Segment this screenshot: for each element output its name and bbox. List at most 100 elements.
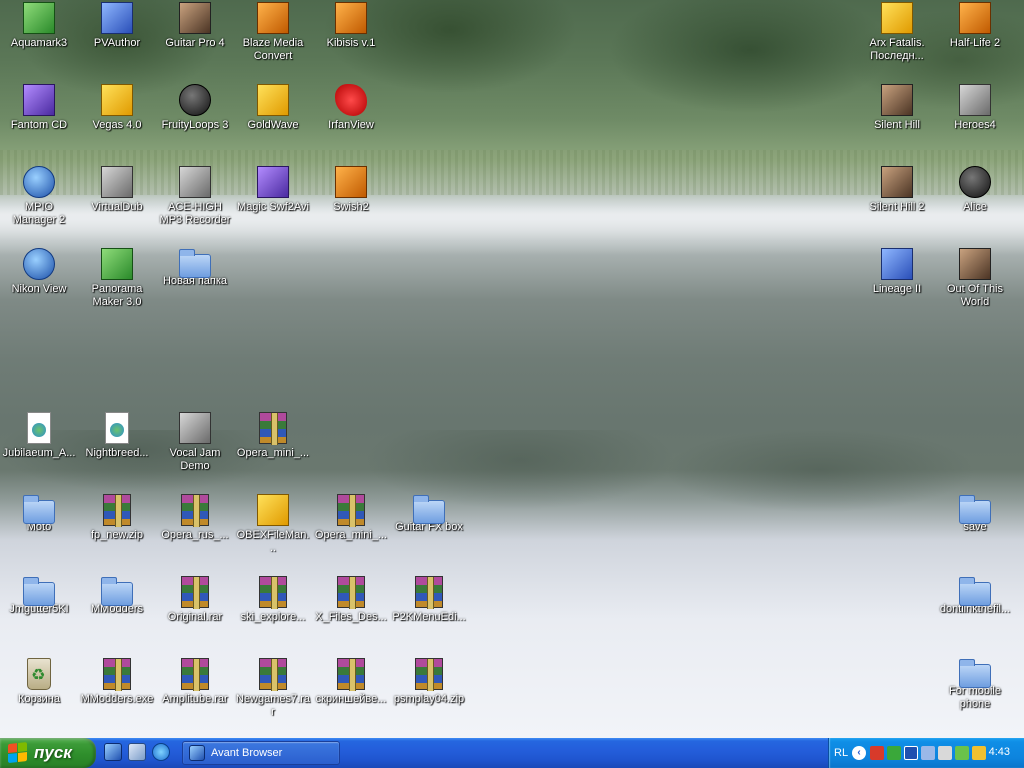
desktop-icon-panorama[interactable]: Panorama Maker 3.0 <box>78 248 156 309</box>
desktop-icon-swish2[interactable]: Swish2 <box>312 166 390 214</box>
sqphoto-icon <box>881 84 913 116</box>
desktop-icon-silenthill[interactable]: Silent Hill <box>858 84 936 132</box>
sqorange-icon <box>959 2 991 34</box>
desktop-icon-guitarfx[interactable]: Guitar FX box <box>390 494 468 534</box>
sqyellow-icon <box>101 84 133 116</box>
tray-shield-icon[interactable] <box>972 746 987 760</box>
sqphoto-icon <box>959 248 991 280</box>
desktop-icon-label: psmplay04.zip <box>393 693 465 705</box>
desktop-icon-jmgutter[interactable]: Jmgutter5KI <box>0 576 78 616</box>
desktop-icon-heroes4[interactable]: Heroes4 <box>936 84 1014 132</box>
rar-icon <box>259 658 287 691</box>
desktop-icon-label: MPIO Manager 2 <box>12 201 66 226</box>
system-tray: RL ‹ 4:43 <box>828 738 1024 768</box>
chevron-left-icon[interactable]: ‹ <box>852 746 867 760</box>
desktop-icon-operarus[interactable]: Opera_rus_... <box>156 494 234 542</box>
internet-explorer-icon[interactable] <box>152 743 170 761</box>
desktop-icon-vegas[interactable]: Vegas 4.0 <box>78 84 156 132</box>
desktop-icon-guitar-pro[interactable]: Guitar Pro 4 <box>156 2 234 50</box>
desktop-icon-formobile[interactable]: For mobile phone <box>936 658 1014 711</box>
desktop-icon-nikon[interactable]: Nikon View <box>0 248 78 296</box>
sqpurple-icon <box>257 166 289 198</box>
roundblue-icon <box>23 166 55 198</box>
desktop-icon-mpio[interactable]: MPIO Manager 2 <box>0 166 78 227</box>
folder-icon <box>179 249 211 278</box>
desktop-icon-mmoddersexe[interactable]: MModders.exe <box>78 658 156 706</box>
desktop-icon-recycle[interactable]: Корзина <box>0 658 78 706</box>
tray-green-icon[interactable] <box>887 746 902 760</box>
sqorange-icon <box>335 2 367 34</box>
desktop-icon-xfiles[interactable]: X_Files_Des... <box>312 576 390 624</box>
language-indicator[interactable]: RL <box>834 747 848 759</box>
desktop-icon-magicswf[interactable]: Magic Swf2Avi <box>234 166 312 214</box>
start-button[interactable]: пуск <box>0 738 96 768</box>
tray-update-icon[interactable] <box>955 746 970 760</box>
desktop-icon-dontlink[interactable]: dontlinkthefil... <box>936 576 1014 616</box>
desktop-icon-label: For mobile phone <box>949 685 1001 710</box>
clock[interactable]: 4:43 <box>989 746 1010 758</box>
desktop-icon-jubilaeum[interactable]: Jubilaeum_A... <box>0 412 78 460</box>
show-desktop-icon[interactable] <box>128 743 146 761</box>
rar-icon <box>181 576 209 609</box>
rar-icon <box>415 658 443 691</box>
desktop-icon-moto[interactable]: Moto <box>0 494 78 534</box>
desktop-icon-label: IrfanView <box>328 119 374 131</box>
desktop-icon-label: Alice <box>963 201 987 213</box>
desktop-icon-fruity[interactable]: FruityLoops 3 <box>156 84 234 132</box>
desktop-icon-nightbreed[interactable]: Nightbreed... <box>78 412 156 460</box>
desktop-icon-alice[interactable]: Alice <box>936 166 1014 214</box>
desktop-icon-pvauthor[interactable]: PVAuthor <box>78 2 156 50</box>
desktop-icon-label: Panorama Maker 3.0 <box>91 283 143 308</box>
desktop-icon-aquamark3[interactable]: Aquamark3 <box>0 2 78 50</box>
desktop-icon-original[interactable]: Original.rar <box>156 576 234 624</box>
tray-network-icon[interactable] <box>921 746 936 760</box>
desktop-icon-label: VirtualDub <box>91 201 143 213</box>
desktop-icon-vocaljam[interactable]: Vocal Jam Demo <box>156 412 234 473</box>
desktop-icon-fantom[interactable]: Fantom CD <box>0 84 78 132</box>
desktop-icon-fpnew[interactable]: fp_new.zip <box>78 494 156 542</box>
desktop-icon-save[interactable]: save <box>936 494 1014 534</box>
desktop-icon-psmplay[interactable]: psmplay04.zip <box>390 658 468 706</box>
tray-speaker-icon[interactable] <box>938 746 953 760</box>
desktop-icon-arx[interactable]: Arx Fatalis. Последн... <box>858 2 936 63</box>
desktop-icon-blaze[interactable]: Blaze Media Convert <box>234 2 312 63</box>
desktop-icon-acehigh[interactable]: ACE-HIGH MP3 Recorder <box>156 166 234 227</box>
desktop-icon-kibisis[interactable]: Kibisis v.1 <box>312 2 390 50</box>
desktop-icon-label: Nikon View <box>11 283 67 295</box>
desktop-icon-silenthill2[interactable]: Silent Hill 2 <box>858 166 936 214</box>
desktop-icon-ootw[interactable]: Out Of This World <box>936 248 1014 309</box>
desktop-icon-obex[interactable]: OBEXFileMan... <box>234 494 312 555</box>
desktop-icon-amplitube[interactable]: Amplitube.rar <box>156 658 234 706</box>
desktop-icon-operamini2[interactable]: Opera_mini_... <box>312 494 390 542</box>
folder-icon <box>101 577 133 606</box>
desktop-icon-label: Half-Life 2 <box>949 37 1001 49</box>
avant-browser-icon[interactable] <box>104 743 122 761</box>
round-dark-icon <box>959 166 991 198</box>
desktop-icon-label: Kibisis v.1 <box>326 37 376 49</box>
taskbar-button-avant-browser[interactable]: Avant Browser <box>182 741 340 765</box>
desktop-icon-mmodders[interactable]: MModders <box>78 576 156 616</box>
desktop-icon-label: Out Of This World <box>946 283 1004 308</box>
desktop-icon-label: MModders.exe <box>80 693 154 705</box>
desktop-icon-skrinsh[interactable]: скриншейве... <box>312 658 390 706</box>
desktop-icon-label: Opera_rus_... <box>161 529 229 541</box>
tray-red-icon[interactable] <box>870 746 885 760</box>
desktop-icon-label: OBEXFileMan... <box>236 529 310 554</box>
desktop-icon-p2k[interactable]: P2KMenuEdi... <box>390 576 468 624</box>
desktop-icon-newfolder[interactable]: Новая папка <box>156 248 234 288</box>
desktop-icon-label: Newgames7.rar <box>236 693 310 718</box>
sqorange-icon <box>335 166 367 198</box>
desktop-icon-operamini1[interactable]: Opera_mini_... <box>234 412 312 460</box>
desktop-icon-lineage[interactable]: Lineage II <box>858 248 936 296</box>
round-dark-icon <box>179 84 211 116</box>
rar-icon <box>103 658 131 691</box>
desktop-icon-label: Opera_mini_... <box>236 447 310 459</box>
desktop-icon-newgames[interactable]: Newgames7.rar <box>234 658 312 719</box>
desktop-icon-goldwave[interactable]: GoldWave <box>234 84 312 132</box>
desktop-icon-irfan[interactable]: IrfanView <box>312 84 390 132</box>
rar-icon <box>103 494 131 527</box>
desktop-icon-skiexplore[interactable]: ski_explore... <box>234 576 312 624</box>
desktop-icon-vdub[interactable]: VirtualDub <box>78 166 156 214</box>
desktop-icon-halflife[interactable]: Half-Life 2 <box>936 2 1014 50</box>
tray-blue-icon[interactable] <box>904 746 919 760</box>
